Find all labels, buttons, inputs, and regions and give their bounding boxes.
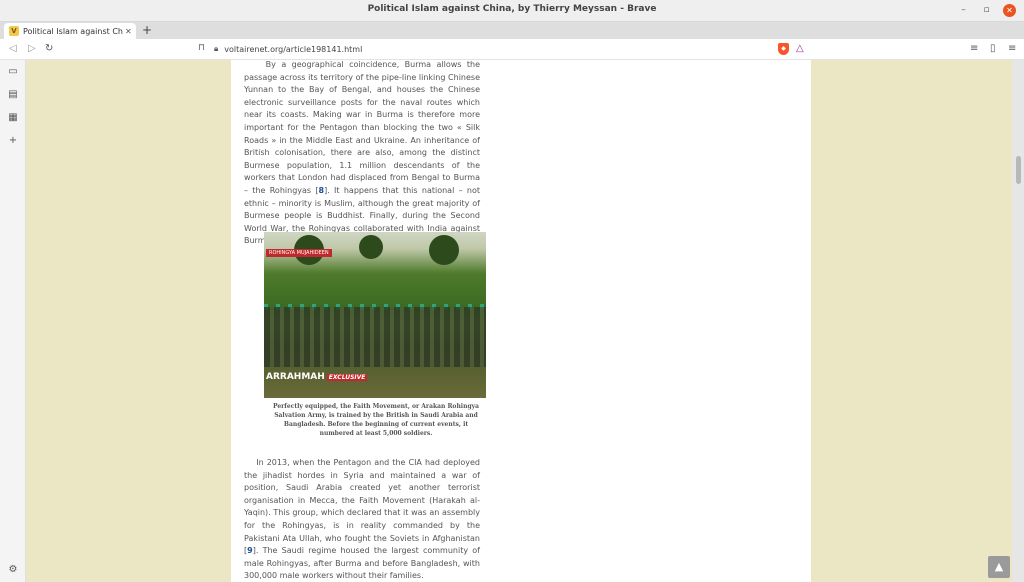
paragraph-text: By a geographical coincidence, Burma all… (244, 60, 480, 195)
photo-brand-text: ARRAHMAH (266, 372, 325, 382)
photo-exclusive-badge: EXCLUSIVE (326, 374, 368, 381)
scroll-to-top-arrow-icon[interactable]: ▲ (988, 556, 1010, 578)
tab-strip: V Political Islam against Chi ✕ + (0, 22, 1024, 39)
sidebar-add-icon[interactable]: + (7, 135, 19, 147)
article-photo: ROHINGYA MUJAHIDEEN ARRAHMAH EXCLUSIVE (264, 232, 486, 398)
photo-soldiers (264, 307, 486, 367)
minimize-icon[interactable]: – (957, 4, 970, 17)
article-column: By a geographical coincidence, Burma all… (231, 60, 811, 582)
new-tab-plus-icon[interactable]: + (142, 23, 152, 37)
paragraph-text: In 2013, when the Pentagon and the CIA h… (244, 458, 480, 556)
reload-icon[interactable]: ↻ (45, 42, 53, 56)
tab-close-icon[interactable]: ✕ (125, 27, 132, 36)
sidebar-reading-list-icon[interactable]: ▦ (7, 112, 19, 124)
url-text: voltairenet.org/article198141.html (224, 44, 363, 54)
brave-rewards-icon[interactable]: △ (796, 43, 804, 55)
maximize-icon[interactable]: ▫ (980, 4, 993, 17)
close-window-icon[interactable]: ✕ (1003, 4, 1016, 17)
paragraph-text: ]. The Saudi regime housed the largest c… (244, 546, 480, 581)
forward-icon[interactable]: ▷ (28, 42, 36, 56)
sidebar-toggle-icon[interactable]: ▯ (990, 43, 996, 55)
playlist-icon[interactable]: ≡ (970, 43, 978, 55)
scrollbar-thumb[interactable] (1016, 156, 1021, 184)
web-page: By a geographical coincidence, Burma all… (26, 60, 1012, 582)
photo-image: ROHINGYA MUJAHIDEEN ARRAHMAH EXCLUSIVE (264, 232, 486, 398)
article-paragraph: By a geographical coincidence, Burma all… (244, 60, 480, 248)
sidebar-settings-gear-icon[interactable]: ⚙ (7, 564, 19, 576)
window-title: Political Islam against China, by Thierr… (367, 4, 657, 14)
back-icon[interactable]: ◁ (9, 42, 17, 56)
article-paragraph: In 2013, when the Pentagon and the CIA h… (244, 457, 480, 582)
address-toolbar: ◁ ▷ ↻ ⊓ 🔒︎ voltairenet.org/article198141… (0, 39, 1024, 60)
photo-caption: Perfectly equipped, the Faith Movement, … (272, 403, 480, 437)
window-controls: – ▫ ✕ (957, 4, 1016, 17)
menu-icon[interactable]: ≡ (1008, 43, 1016, 55)
tab-active[interactable]: V Political Islam against Chi ✕ (4, 23, 136, 39)
address-bar[interactable]: 🔒︎ voltairenet.org/article198141.html (214, 41, 814, 57)
lock-icon: 🔒︎ (214, 44, 219, 53)
photo-tag: ROHINGYA MUJAHIDEEN (266, 249, 332, 257)
tree-shape (429, 235, 459, 265)
page-scrollbar[interactable] (1012, 60, 1024, 582)
voltaire-favicon-icon: V (9, 26, 19, 36)
sidebar-bookmarks-icon[interactable]: ▤ (7, 89, 19, 101)
tab-title: Political Islam against Chi (23, 26, 123, 36)
brave-shields-icon[interactable]: ◆ (778, 43, 789, 55)
window-titlebar: Political Islam against China, by Thierr… (0, 0, 1024, 22)
sidebar-news-icon[interactable]: ▭ (7, 66, 19, 78)
photo-watermark: ARRAHMAH EXCLUSIVE (266, 372, 368, 382)
tree-shape (359, 235, 383, 259)
browser-sidebar: ▭ ▤ ▦ + ⚙ (0, 60, 26, 582)
bookmark-icon[interactable]: ⊓ (198, 43, 205, 53)
